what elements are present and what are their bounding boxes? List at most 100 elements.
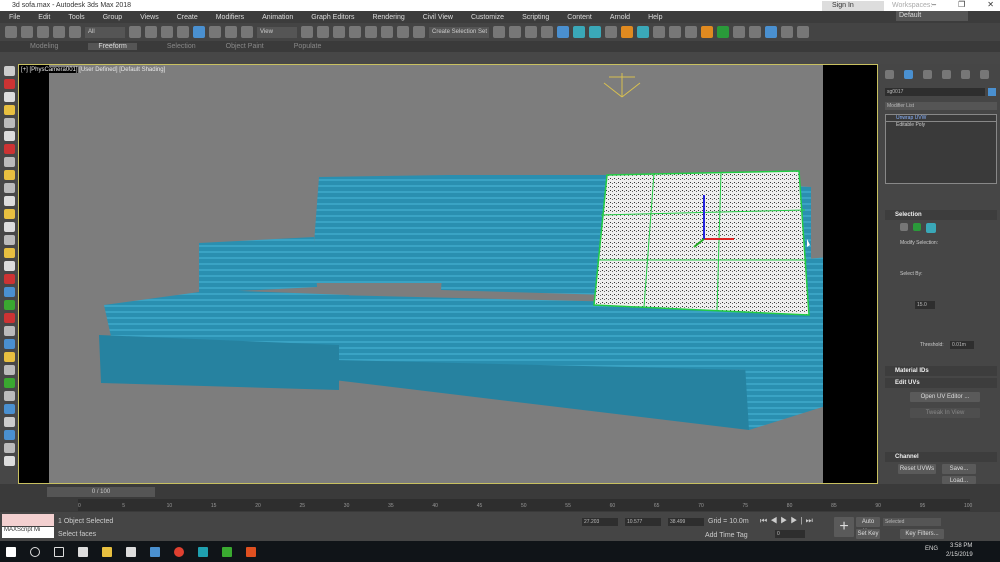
left-tool-icon[interactable] [3,456,15,466]
save-uvs-button[interactable]: Save... [942,464,976,474]
3dsmax-icon[interactable] [198,546,208,557]
plugin-blue-icon[interactable] [765,26,777,38]
left-tool-icon[interactable] [3,209,15,219]
y-coordinate-field[interactable]: 10.577 [625,518,661,526]
move-icon[interactable] [193,26,205,38]
left-tool-icon[interactable] [3,131,15,141]
set-key-button[interactable]: Set Key [856,529,880,539]
add-time-tag[interactable]: Add Time Tag [705,532,748,539]
menu-customize[interactable]: Customize [471,14,504,21]
object-name-field[interactable]: sg0017 [885,88,985,96]
tweak-in-view-button[interactable]: Tweak In View [910,408,980,418]
menu-group[interactable]: Group [103,14,122,21]
viewport-shading-label[interactable]: [User Defined] [Default Shading] [79,67,165,73]
snap-icon[interactable] [349,26,361,38]
menu-file[interactable]: File [9,14,20,21]
link-icon[interactable] [37,26,49,38]
track-bar[interactable]: 0 5 10 15 20 25 30 35 40 45 50 55 60 65 70 75 80 85 90 95 10… [78,499,972,511]
window-crossing-icon[interactable] [177,26,189,38]
left-tool-icon[interactable] [3,404,15,414]
wrench-icon[interactable] [781,26,793,38]
panel-icon[interactable] [749,26,761,38]
task-view-icon[interactable] [54,546,64,557]
object-color-swatch[interactable] [988,88,996,96]
left-tool-icon[interactable] [3,352,15,362]
placement-icon[interactable] [241,26,253,38]
menu-help[interactable]: Help [648,14,662,21]
pivot-icon[interactable] [301,26,313,38]
selection-filter-dropdown[interactable]: All [85,26,125,38]
left-tool-icon[interactable] [3,261,15,271]
menu-civil-view[interactable]: Civil View [423,14,453,21]
left-tool-icon[interactable] [3,144,15,154]
maxscript-listener-input[interactable]: MAXScript Mi [2,527,54,538]
ribbon-tab-selection[interactable]: Selection [167,43,196,50]
left-tool-icon[interactable] [3,66,15,76]
vertex-icon[interactable] [900,223,908,231]
selection-set-dropdown[interactable]: Create Selection Set [429,26,489,38]
key-filters-button[interactable]: Key Filters... [900,529,944,539]
rect-selection-icon[interactable] [161,26,173,38]
menu-animation[interactable]: Animation [262,14,293,21]
app-icon[interactable] [150,546,160,557]
scale-icon[interactable] [225,26,237,38]
windows-start-icon[interactable] [6,546,16,557]
ribbon-toggle-icon[interactable] [557,26,569,38]
menu-rendering[interactable]: Rendering [372,14,404,21]
recorder-icon[interactable] [246,546,256,557]
sign-in-dropdown[interactable]: Sign In [822,1,884,11]
left-tool-icon[interactable] [3,313,15,323]
align-icon[interactable] [509,26,521,38]
layer-explorer-icon[interactable] [541,26,553,38]
time-slider[interactable]: 0 / 100 [47,487,155,497]
channel-rollout[interactable]: Channel [885,452,997,462]
menu-views[interactable]: Views [140,14,159,21]
manipulate-icon[interactable] [317,26,329,38]
load-uvs-button[interactable]: Load... [942,476,976,484]
chrome-icon[interactable] [174,546,184,557]
plugin-green-icon[interactable] [717,26,729,38]
threshold-field[interactable]: 0.01m [950,341,974,349]
ribbon-tab-freeform[interactable]: Freeform [88,43,137,50]
menu-create[interactable]: Create [177,14,198,21]
selection-rollout[interactable]: Selection [885,210,997,220]
angle-field[interactable]: 15.0 [915,301,935,309]
search-icon[interactable] [30,546,40,557]
ribbon-tab-object-paint[interactable]: Object Paint [226,43,264,50]
menu-tools[interactable]: Tools [68,14,84,21]
left-tool-icon[interactable] [3,170,15,180]
mail-icon[interactable] [126,546,136,557]
left-tool-icon[interactable] [3,300,15,310]
menu-modifiers[interactable]: Modifiers [216,14,244,21]
left-tool-icon[interactable] [3,118,15,128]
percent-snap-icon[interactable] [381,26,393,38]
edge-icon[interactable] [913,223,921,231]
reset-uvws-button[interactable]: Reset UVWs [898,464,936,474]
file-explorer-icon[interactable] [102,546,112,557]
input-language[interactable]: ENG [925,546,938,552]
render-cloud-icon[interactable] [685,26,697,38]
table-icon[interactable] [797,26,809,38]
scene-explorer-icon[interactable] [525,26,537,38]
viewport[interactable]: [+] [PhysCamera001] [User Defined] [Defa… [18,64,878,484]
left-tool-icon[interactable] [3,443,15,453]
left-tool-icon[interactable] [3,157,15,167]
display-tab-icon[interactable] [961,70,970,79]
ribbon-tab-populate[interactable]: Populate [294,43,322,50]
left-tool-icon[interactable] [3,105,15,115]
rotate-icon[interactable] [209,26,221,38]
left-tool-icon[interactable] [3,326,15,336]
menu-content[interactable]: Content [567,14,592,21]
store-icon[interactable] [78,546,88,557]
modify-tab-icon[interactable] [904,70,913,79]
playback-controls[interactable]: ⏮◀▶▶|⏭ [760,516,816,526]
render-icon[interactable] [653,26,665,38]
hierarchy-tab-icon[interactable] [923,70,932,79]
render-iterative-icon[interactable] [669,26,681,38]
viewport-camera-label[interactable]: [+] [PhysCamera001] [21,67,78,73]
menu-graph-editors[interactable]: Graph Editors [311,14,354,21]
undo-icon[interactable] [5,26,17,38]
bind-icon[interactable] [69,26,81,38]
menu-arnold[interactable]: Arnold [610,14,630,21]
select-by-name-icon[interactable] [145,26,157,38]
